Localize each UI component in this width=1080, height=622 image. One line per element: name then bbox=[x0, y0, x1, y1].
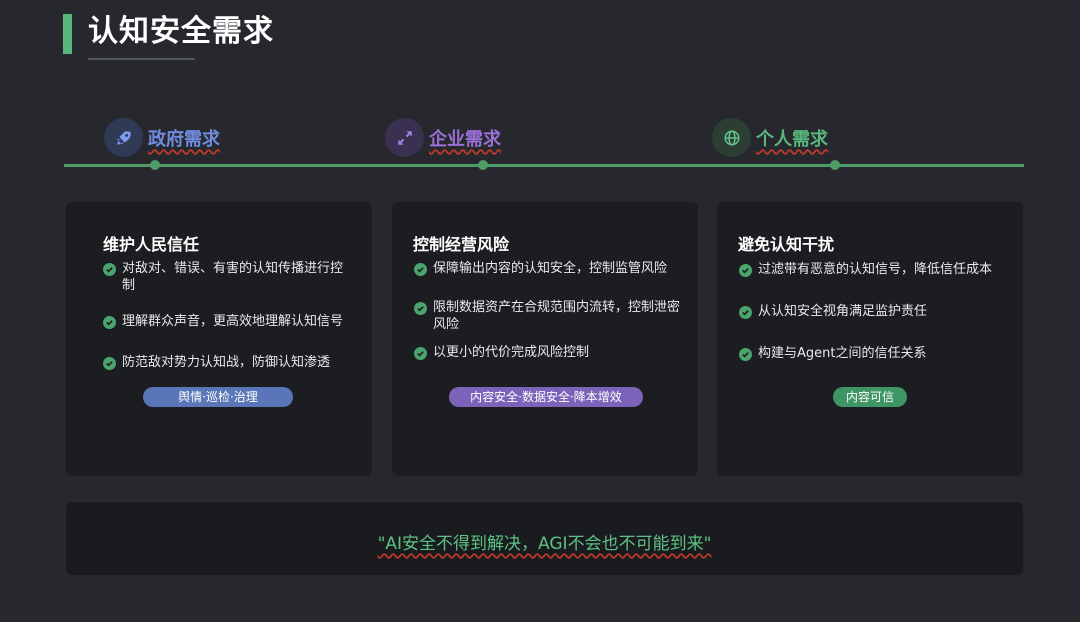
quote-box: "AI安全不得到解决，AGI不会也不可能到来" bbox=[66, 502, 1023, 575]
category-label: 企业需求 bbox=[429, 128, 501, 150]
card-title: 维护人民信任 bbox=[103, 235, 200, 254]
tag-badge: 内容可信 bbox=[833, 387, 907, 407]
category-enterprise: 企业需求 bbox=[385, 118, 501, 157]
list-item: 限制数据资产在合规范围内流转，控制泄密风险 bbox=[414, 299, 684, 333]
list-item: 以更小的代价完成风险控制 bbox=[414, 344, 684, 361]
check-icon bbox=[414, 347, 427, 360]
timeline-dot bbox=[830, 160, 840, 170]
list-item: 过滤带有恶意的认知信号，降低信任成本 bbox=[739, 261, 1019, 278]
check-icon bbox=[103, 357, 116, 370]
list-item: 理解群众声音，更高效地理解认知信号 bbox=[103, 313, 348, 330]
timeline-dot bbox=[150, 160, 160, 170]
list-item-text: 构建与Agent之间的信任关系 bbox=[758, 346, 927, 361]
check-icon bbox=[103, 316, 116, 329]
rocket-icon bbox=[104, 118, 143, 157]
tag-badge: 内容安全·数据安全·降本增效 bbox=[449, 387, 643, 407]
card-title: 控制经营风险 bbox=[413, 235, 510, 254]
list-item-text: 以更小的代价完成风险控制 bbox=[433, 345, 590, 360]
check-icon bbox=[414, 302, 427, 315]
list-item: 构建与Agent之间的信任关系 bbox=[739, 345, 1019, 362]
list-item-text: 保障输出内容的认知安全，控制监管风险 bbox=[433, 261, 668, 276]
check-icon bbox=[103, 263, 116, 276]
check-icon bbox=[739, 306, 752, 319]
card-title: 避免认知干扰 bbox=[738, 235, 835, 254]
globe-icon bbox=[712, 118, 751, 157]
timeline-dot bbox=[478, 160, 488, 170]
category-personal: 个人需求 bbox=[712, 118, 828, 157]
list-item-text: 从认知安全视角满足监护责任 bbox=[758, 304, 928, 319]
list-item-text: 理解群众声音，更高效地理解认知信号 bbox=[122, 314, 344, 329]
card-enterprise: 控制经营风险 保障输出内容的认知安全，控制监管风险 限制数据资产在合规范围内流转… bbox=[392, 202, 698, 476]
list-item: 对敌对、错误、有害的认知传播进行控制 bbox=[103, 260, 348, 294]
list-item: 从认知安全视角满足监护责任 bbox=[739, 303, 1019, 320]
category-label: 个人需求 bbox=[756, 128, 828, 150]
category-government: 政府需求 bbox=[104, 118, 220, 157]
title-accent-bar bbox=[63, 14, 72, 54]
category-label: 政府需求 bbox=[148, 128, 220, 150]
list-item-text: 对敌对、错误、有害的认知传播进行控制 bbox=[122, 261, 344, 293]
list-item-text: 防范敌对势力认知战，防御认知渗透 bbox=[122, 355, 331, 370]
list-item: 保障输出内容的认知安全，控制监管风险 bbox=[414, 260, 684, 277]
list-item-text: 限制数据资产在合规范围内流转，控制泄密风险 bbox=[433, 300, 681, 332]
quote-text: "AI安全不得到解决，AGI不会也不可能到来" bbox=[377, 534, 712, 554]
tag-badge: 舆情·巡检·治理 bbox=[143, 387, 293, 407]
timeline-line bbox=[64, 164, 1024, 167]
list-item: 防范敌对势力认知战，防御认知渗透 bbox=[103, 354, 353, 371]
page-title: 认知安全需求 bbox=[88, 14, 274, 49]
card-government: 维护人民信任 对敌对、错误、有害的认知传播进行控制 理解群众声音，更高效地理解认… bbox=[66, 202, 372, 476]
list-item-text: 过滤带有恶意的认知信号，降低信任成本 bbox=[758, 262, 993, 277]
expand-arrows-icon bbox=[385, 118, 424, 157]
check-icon bbox=[739, 348, 752, 361]
check-icon bbox=[414, 263, 427, 276]
card-personal: 避免认知干扰 过滤带有恶意的认知信号，降低信任成本 从认知安全视角满足监护责任 … bbox=[717, 202, 1023, 476]
title-underline bbox=[88, 58, 195, 60]
check-icon bbox=[739, 264, 752, 277]
